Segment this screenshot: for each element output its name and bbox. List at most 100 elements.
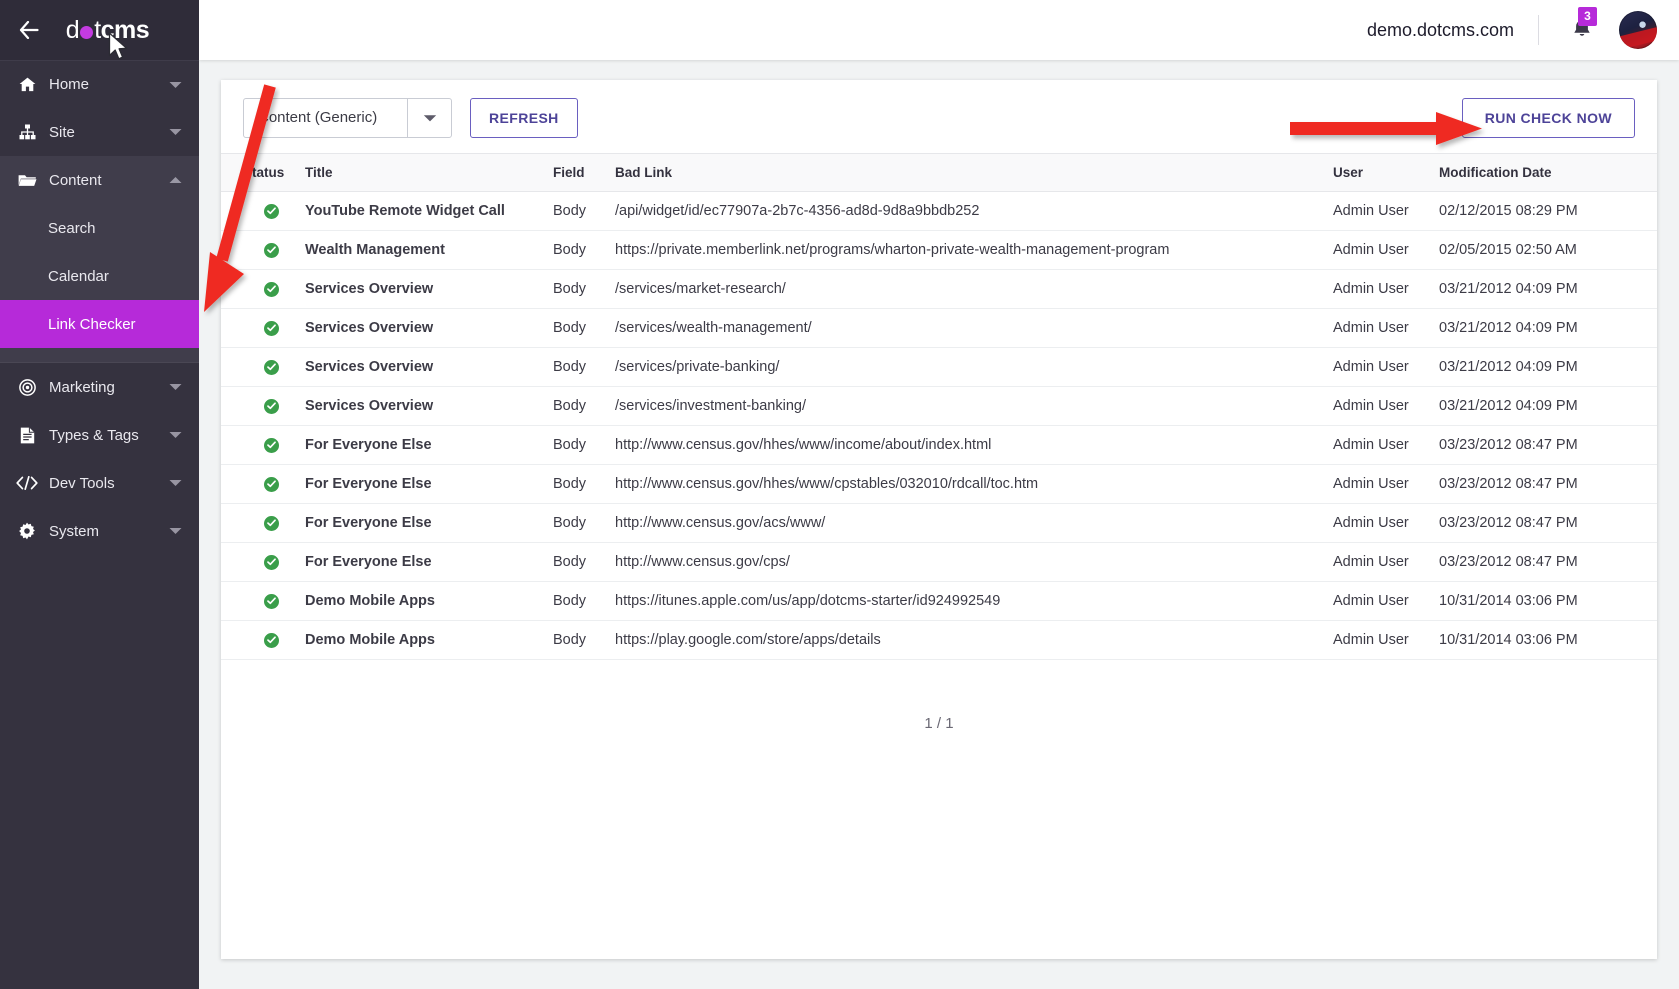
sidebar-item-system[interactable]: System <box>0 507 199 555</box>
run-check-now-button[interactable]: RUN CHECK NOW <box>1462 98 1635 138</box>
column-header-title[interactable]: Title <box>299 154 547 192</box>
avatar[interactable] <box>1619 11 1657 49</box>
topbar-divider <box>1538 15 1539 45</box>
check-circle-icon <box>264 516 279 531</box>
sidebar-item-site[interactable]: Site <box>0 108 199 156</box>
table-row[interactable]: Demo Mobile AppsBodyhttps://itunes.apple… <box>221 582 1657 621</box>
sidebar-item-link-checker[interactable]: Link Checker <box>0 300 199 348</box>
check-circle-icon <box>264 399 279 414</box>
column-header-modification-date[interactable]: Modification Date <box>1433 154 1657 192</box>
table-row[interactable]: Demo Mobile AppsBodyhttps://play.google.… <box>221 621 1657 660</box>
column-header-field[interactable]: Field <box>547 154 609 192</box>
content-type-select-value: Content (Generic) <box>244 99 407 137</box>
table-row[interactable]: Services OverviewBody/services/wealth-ma… <box>221 309 1657 348</box>
cell-title: Services Overview <box>299 348 547 387</box>
sidebar-item-label: Content <box>49 172 167 189</box>
sidebar-divider <box>0 354 199 363</box>
column-header-bad-link[interactable]: Bad Link <box>609 154 1327 192</box>
code-icon <box>16 476 38 490</box>
content-type-select[interactable]: Content (Generic) <box>243 98 452 138</box>
chevron-down-icon <box>167 427 183 443</box>
logo-dot-icon <box>80 26 93 39</box>
cell-bad-link: /services/wealth-management/ <box>609 309 1327 348</box>
cell-bad-link: https://play.google.com/store/apps/detai… <box>609 621 1327 660</box>
cell-field: Body <box>547 309 609 348</box>
column-header-user[interactable]: User <box>1327 154 1433 192</box>
cell-field: Body <box>547 270 609 309</box>
cell-status <box>221 231 299 270</box>
cell-user: Admin User <box>1327 387 1433 426</box>
table-head: Status Title Field Bad Link User Modific… <box>221 154 1657 192</box>
pagination-label: 1 / 1 <box>924 715 953 732</box>
sidebar-item-home[interactable]: Home <box>0 60 199 108</box>
cell-user: Admin User <box>1327 582 1433 621</box>
sidebar-subitem-label: Search <box>48 220 96 237</box>
cell-title: Demo Mobile Apps <box>299 621 547 660</box>
notifications-button[interactable]: 3 <box>1565 13 1599 47</box>
chevron-down-icon <box>167 475 183 491</box>
table-row[interactable]: For Everyone ElseBodyhttp://www.census.g… <box>221 426 1657 465</box>
chevron-down-icon <box>167 379 183 395</box>
sidebar-header: d t cms <box>0 0 199 60</box>
cell-modification-date: 03/23/2012 08:47 PM <box>1433 543 1657 582</box>
panel-toolbar: Content (Generic) REFRESH RUN CHECK NOW <box>221 80 1657 153</box>
gear-icon <box>16 522 38 540</box>
table-row[interactable]: For Everyone ElseBodyhttp://www.census.g… <box>221 504 1657 543</box>
cell-status <box>221 621 299 660</box>
sidebar-nav: Home Site <box>0 60 199 555</box>
sidebar-subitem-label: Link Checker <box>48 316 136 333</box>
top-bar: demo.dotcms.com 3 <box>199 0 1679 60</box>
sidebar-item-label: Types & Tags <box>49 427 167 444</box>
sidebar-item-search[interactable]: Search <box>0 204 199 252</box>
app-root: d t cms Home <box>0 0 1679 989</box>
cell-bad-link: http://www.census.gov/acs/www/ <box>609 504 1327 543</box>
cell-field: Body <box>547 387 609 426</box>
cell-field: Body <box>547 465 609 504</box>
cell-user: Admin User <box>1327 270 1433 309</box>
cell-title: For Everyone Else <box>299 543 547 582</box>
cell-title: Services Overview <box>299 387 547 426</box>
sidebar-item-content[interactable]: Content <box>0 156 199 204</box>
table-row[interactable]: For Everyone ElseBodyhttp://www.census.g… <box>221 543 1657 582</box>
sidebar-item-marketing[interactable]: Marketing <box>0 363 199 411</box>
chevron-down-icon[interactable] <box>407 99 451 137</box>
column-header-status[interactable]: Status <box>221 154 299 192</box>
cell-modification-date: 03/23/2012 08:47 PM <box>1433 465 1657 504</box>
sidebar-item-calendar[interactable]: Calendar <box>0 252 199 300</box>
cell-status <box>221 543 299 582</box>
folder-icon <box>16 173 38 188</box>
cell-status <box>221 348 299 387</box>
cell-title: Wealth Management <box>299 231 547 270</box>
cell-title: YouTube Remote Widget Call <box>299 192 547 231</box>
content-area: Content (Generic) REFRESH RUN CHECK NOW … <box>199 60 1679 989</box>
table-row[interactable]: Services OverviewBody/services/market-re… <box>221 270 1657 309</box>
check-circle-icon <box>264 360 279 375</box>
current-site-name: demo.dotcms.com <box>1367 20 1514 41</box>
table-row[interactable]: Services OverviewBody/services/investmen… <box>221 387 1657 426</box>
check-circle-icon <box>264 555 279 570</box>
check-circle-icon <box>264 282 279 297</box>
cell-status <box>221 426 299 465</box>
cell-bad-link: https://itunes.apple.com/us/app/dotcms-s… <box>609 582 1327 621</box>
cell-status <box>221 504 299 543</box>
sidebar-item-types-and-tags[interactable]: Types & Tags <box>0 411 199 459</box>
cell-field: Body <box>547 192 609 231</box>
refresh-button[interactable]: REFRESH <box>470 98 578 138</box>
cell-user: Admin User <box>1327 309 1433 348</box>
cell-bad-link: /services/market-research/ <box>609 270 1327 309</box>
cell-field: Body <box>547 231 609 270</box>
back-arrow-icon[interactable] <box>14 15 44 45</box>
cell-title: Demo Mobile Apps <box>299 582 547 621</box>
sidebar-subitem-label: Calendar <box>48 268 109 285</box>
table-row[interactable]: Services OverviewBody/services/private-b… <box>221 348 1657 387</box>
sidebar-item-label: Marketing <box>49 379 167 396</box>
cell-modification-date: 10/31/2014 03:06 PM <box>1433 621 1657 660</box>
table-row[interactable]: YouTube Remote Widget CallBody/api/widge… <box>221 192 1657 231</box>
sidebar-item-dev-tools[interactable]: Dev Tools <box>0 459 199 507</box>
cell-bad-link: /api/widget/id/ec77907a-2b7c-4356-ad8d-9… <box>609 192 1327 231</box>
table-row[interactable]: Wealth ManagementBodyhttps://private.mem… <box>221 231 1657 270</box>
check-circle-icon <box>264 243 279 258</box>
cell-title: For Everyone Else <box>299 465 547 504</box>
table-row[interactable]: For Everyone ElseBodyhttp://www.census.g… <box>221 465 1657 504</box>
cell-user: Admin User <box>1327 504 1433 543</box>
